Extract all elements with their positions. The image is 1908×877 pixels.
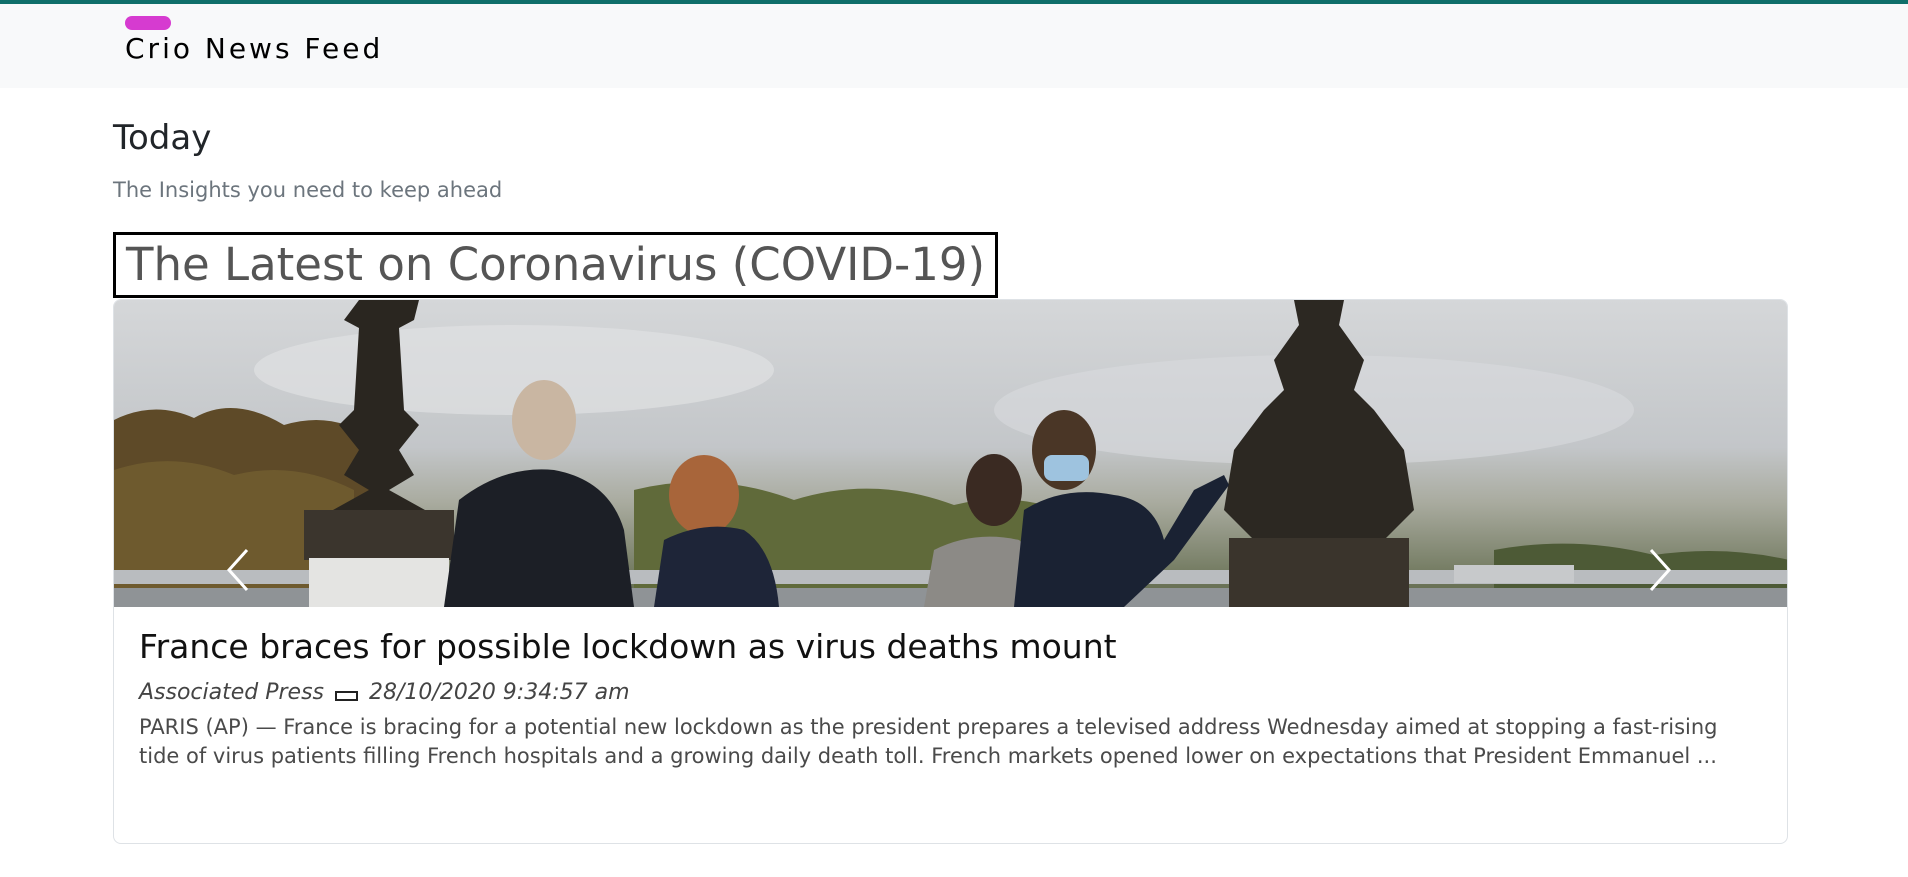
- carousel-prev-button[interactable]: [209, 540, 269, 600]
- article-description: PARIS (AP) — France is bracing for a pot…: [139, 715, 1718, 768]
- brand-logo-pill: [125, 16, 171, 30]
- article-date: 28/10/2020 9:34:57 am: [369, 680, 630, 705]
- navbar: Crio News Feed: [0, 4, 1908, 88]
- brand-title: Crio News Feed: [125, 32, 384, 65]
- chevron-right-icon: [1649, 548, 1672, 592]
- article-headline[interactable]: France braces for possible lockdown as v…: [139, 627, 1764, 666]
- article-image[interactable]: [114, 300, 1787, 607]
- article-image-illustration: [114, 300, 1787, 607]
- section-title-button[interactable]: The Latest on Coronavirus (COVID-19): [113, 232, 999, 298]
- carousel-next-button[interactable]: [1629, 540, 1689, 600]
- chevron-left-icon: [226, 548, 249, 592]
- article-meta: Associated Press 28/10/2020 9:34:57 am: [139, 680, 1764, 705]
- separator-icon: [335, 691, 359, 701]
- article-source: Associated Press: [139, 680, 325, 705]
- card-body: France braces for possible lockdown as v…: [139, 627, 1764, 771]
- page-subtitle: The Insights you need to keep ahead: [113, 178, 503, 202]
- news-card: France braces for possible lockdown as v…: [113, 299, 1788, 844]
- page-title: Today: [113, 118, 212, 158]
